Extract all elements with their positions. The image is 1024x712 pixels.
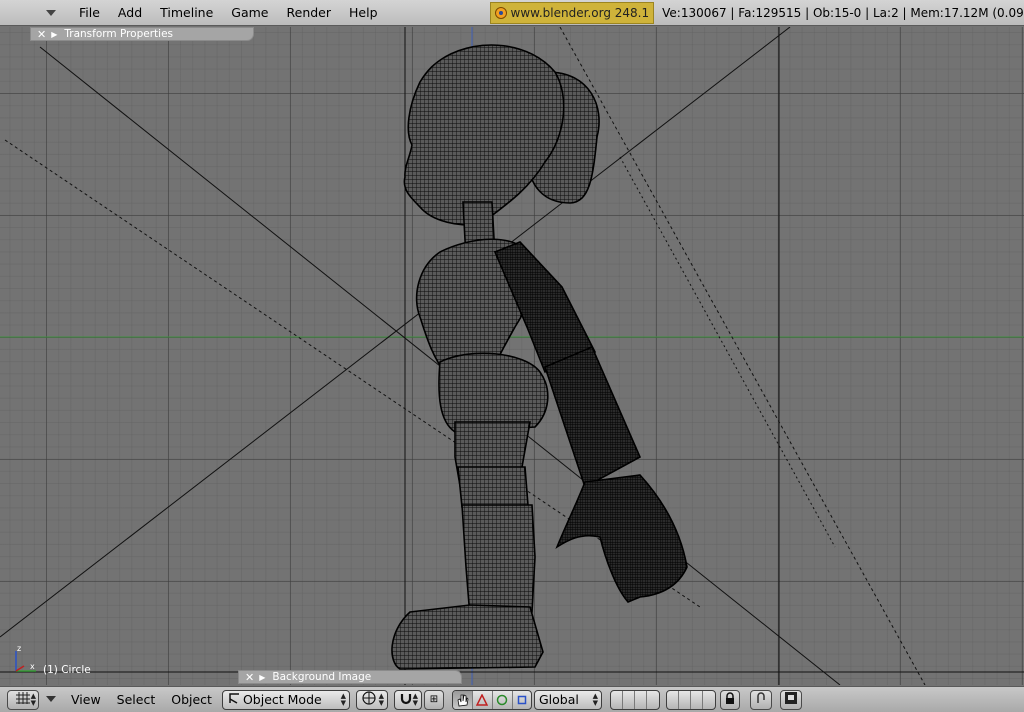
mode-selector[interactable]: Object Mode ▲ ▼ <box>221 689 350 710</box>
expand-triangle-icon[interactable]: ▶ <box>51 30 57 39</box>
menu-render[interactable]: Render <box>278 0 341 25</box>
layer-buttons-icon <box>665 689 716 710</box>
transform-properties-panel[interactable]: ✕ ▶ Transform Properties <box>30 27 254 41</box>
manipulator-hand-icon[interactable] <box>452 690 473 709</box>
background-image-title: Background Image <box>272 671 372 683</box>
collapse-triangle-icon[interactable] <box>45 693 59 707</box>
menu-view[interactable]: View <box>63 688 109 712</box>
lock-icon <box>724 691 736 708</box>
active-object-label: (1) Circle <box>43 664 91 676</box>
editor-type-selector[interactable]: ▲ ▼ <box>7 689 39 710</box>
view-grid-icon <box>15 691 31 708</box>
brand-label: www.blender.org 248.1 <box>510 5 650 20</box>
transform-properties-title: Transform Properties <box>64 28 174 40</box>
orientation-label: Global <box>538 692 579 707</box>
magnet-icon <box>399 691 413 708</box>
layer-button[interactable] <box>667 690 679 709</box>
collapse-triangle-icon[interactable] <box>45 7 57 19</box>
manipulator-group <box>451 689 532 710</box>
svg-text:x: x <box>30 662 35 671</box>
blender-logo-icon <box>494 6 507 19</box>
menu-help[interactable]: Help <box>340 0 387 25</box>
close-icon[interactable]: ✕ <box>245 671 254 684</box>
info-header: File Add Timeline Game Render Help www.b… <box>0 0 1024 26</box>
expand-triangle-icon[interactable]: ▶ <box>259 673 265 682</box>
blender-version-badge[interactable]: www.blender.org 248.1 <box>489 1 655 24</box>
background-image-panel[interactable]: ✕ ▶ Background Image <box>238 670 462 684</box>
3d-viewport[interactable]: ✕ ▶ Transform Properties ✕ ▶ Background … <box>0 27 1024 685</box>
layer-buttons-icon <box>609 689 660 710</box>
mode-label: Object Mode <box>242 692 322 707</box>
object-mode-icon <box>227 691 241 708</box>
svg-text:z: z <box>17 644 21 653</box>
layer-button[interactable] <box>611 690 623 709</box>
render-icon <box>784 691 798 708</box>
lamp-line <box>559 27 926 685</box>
layer-button[interactable] <box>691 690 703 709</box>
draw-type-icon <box>361 690 377 709</box>
scale-icon[interactable] <box>513 691 531 709</box>
layer-button[interactable] <box>679 690 691 709</box>
layer-button[interactable] <box>623 690 635 709</box>
layer-button[interactable] <box>635 690 647 709</box>
3d-view-header: ▲ ▼ View Select Object Object Mode ▲ ▼ ▲ ▼ … <box>0 686 1024 712</box>
pin-icon <box>754 691 768 708</box>
rotate-icon[interactable] <box>493 690 513 709</box>
layer-button[interactable] <box>647 691 659 709</box>
viewport-scene <box>0 27 1024 685</box>
close-icon[interactable]: ✕ <box>37 28 46 41</box>
draw-type-selector[interactable]: ▲ ▼ <box>355 689 388 710</box>
layer-button[interactable] <box>703 691 715 709</box>
pin-button[interactable] <box>749 689 772 710</box>
orientation-selector[interactable]: Global ▲ ▼ <box>533 689 602 710</box>
character-mesh[interactable] <box>391 44 688 670</box>
translate-icon[interactable] <box>473 690 493 709</box>
menu-game[interactable]: Game <box>222 0 277 25</box>
lock-button[interactable] <box>719 689 740 710</box>
scene-statistics: Ve:130067 | Fa:129515 | Ob:15-0 | La:2 |… <box>662 5 1024 20</box>
align-icon: ⊞ <box>429 694 439 705</box>
menu-select[interactable]: Select <box>109 688 164 712</box>
pivot-selector[interactable]: ▲ ▼ <box>393 689 422 710</box>
menu-object[interactable]: Object <box>163 688 220 712</box>
menu-file[interactable]: File <box>70 0 109 25</box>
render-button[interactable] <box>779 689 802 710</box>
menu-add[interactable]: Add <box>109 0 151 25</box>
menu-timeline[interactable]: Timeline <box>151 0 222 25</box>
axis-gizmo-icon: z x <box>15 644 36 672</box>
align-toggle[interactable]: ⊞ <box>423 689 444 710</box>
